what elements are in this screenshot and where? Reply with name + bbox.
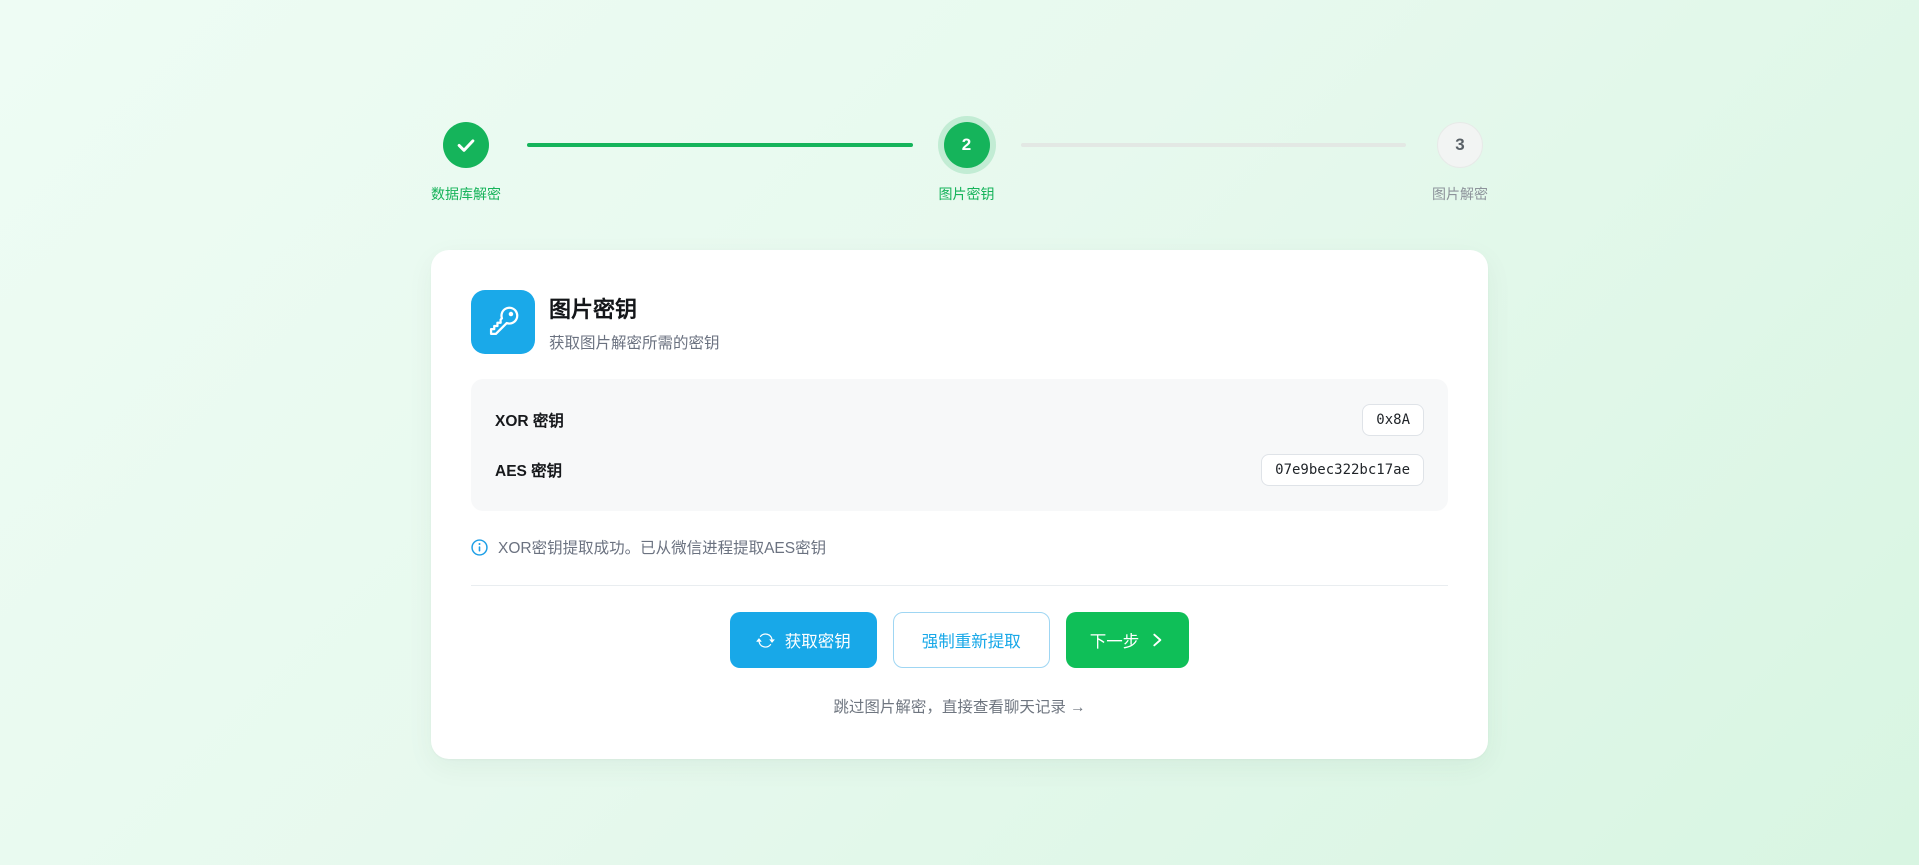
step-image-key: 2 图片密钥 [939,122,995,204]
step-2-circle[interactable]: 2 [944,122,990,168]
aes-key-row: AES 密钥 07e9bec322bc17ae [495,450,1424,490]
aes-key-label: AES 密钥 [495,459,562,481]
skip-image-decrypt-link[interactable]: 跳过图片解密，直接查看聊天记录 → [833,699,1085,716]
xor-key-label: XOR 密钥 [495,409,564,431]
step-1-label: 数据库解密 [431,184,501,204]
xor-key-value: 0x8A [1362,404,1424,436]
card-title: 图片密钥 [549,292,720,324]
wizard-page: 数据库解密 2 图片密钥 3 图片解密 图片密钥 [431,0,1488,759]
connector-1-2 [527,143,913,147]
card-subtitle: 获取图片解密所需的密钥 [549,331,720,353]
step-1-circle[interactable] [443,122,489,168]
info-circle-icon [471,539,488,556]
next-step-button-label: 下一步 [1090,628,1140,652]
key-icon [485,304,521,340]
divider [471,585,1448,586]
image-key-card: 图片密钥 获取图片解密所需的密钥 XOR 密钥 0x8A AES 密钥 07e9… [431,250,1488,759]
key-values-panel: XOR 密钥 0x8A AES 密钥 07e9bec322bc17ae [471,379,1448,511]
key-icon-tile [471,290,535,354]
check-icon [455,134,477,156]
status-message: XOR密钥提取成功。已从微信进程提取AES密钥 [498,536,826,558]
fetch-key-button[interactable]: 获取密钥 [730,612,877,668]
next-step-button[interactable]: 下一步 [1066,612,1190,668]
actions-row: 获取密钥 强制重新提取 下一步 [471,612,1448,668]
step-database-decrypt: 数据库解密 [431,122,501,204]
xor-key-row: XOR 密钥 0x8A [495,400,1424,440]
skip-row: 跳过图片解密，直接查看聊天记录 → [471,695,1448,717]
step-image-decrypt: 3 图片解密 [1432,122,1488,204]
force-reextract-button[interactable]: 强制重新提取 [893,612,1050,668]
chevron-right-icon [1149,632,1165,648]
force-reextract-button-label: 强制重新提取 [922,628,1021,652]
card-header: 图片密钥 获取图片解密所需的密钥 [471,290,1448,354]
refresh-icon [756,631,775,650]
card-header-text: 图片密钥 获取图片解密所需的密钥 [549,290,720,353]
status-row: XOR密钥提取成功。已从微信进程提取AES密钥 [471,536,1448,558]
fetch-key-button-label: 获取密钥 [785,628,851,652]
connector-2-3 [1021,143,1407,147]
aes-key-value: 07e9bec322bc17ae [1261,454,1424,486]
step-2-label: 图片密钥 [939,184,995,204]
step-3-label: 图片解密 [1432,184,1488,204]
step-3-circle[interactable]: 3 [1437,122,1483,168]
stepper: 数据库解密 2 图片密钥 3 图片解密 [431,122,1488,204]
